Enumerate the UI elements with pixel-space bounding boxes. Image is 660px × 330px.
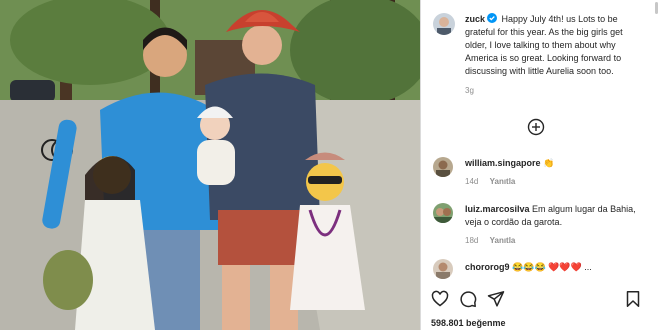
comment-item: luiz.marcosilva Em algum lugar da Bahia,… [465,203,650,247]
comment-username[interactable]: william.singapore [465,158,541,168]
comment-username[interactable]: luiz.marcosilva [465,204,530,214]
post-time: 3g [465,86,474,95]
verified-badge-icon [487,13,498,23]
comment-text: 👏 [543,158,555,168]
commenter-avatar[interactable] [433,203,453,223]
scrollbar[interactable] [655,2,658,14]
post-photo[interactable] [0,0,420,330]
comment-time: 14d [465,177,479,186]
comment-item: william.singapore 👏 14d Yanıtla [465,157,650,188]
reply-link[interactable]: Yanıtla [490,236,516,245]
comment-text: 😂😂😂 ❤️❤️❤️ ... [512,262,592,272]
send-icon[interactable] [487,290,505,308]
post-caption: zuck Happy July 4th! us Lots to be grate… [465,13,647,97]
bookmark-icon[interactable] [624,290,642,308]
comment-item: chororog9 😂😂😂 ❤️❤️❤️ ... [465,261,650,274]
comment-time: 18d [465,236,479,245]
author-avatar[interactable] [433,13,455,35]
plus-circle-icon[interactable] [527,118,545,136]
caption-text: Happy July 4th! us Lots to be grateful f… [465,14,623,76]
comment-username[interactable]: chororog9 [465,262,510,272]
commenter-avatar[interactable] [433,157,453,177]
comment-icon[interactable] [459,290,477,308]
heart-icon[interactable] [431,290,449,308]
post-actions [421,287,660,311]
reply-link[interactable]: Yanıtla [490,177,516,186]
post-side-panel: zuck Happy July 4th! us Lots to be grate… [421,0,660,330]
likes-count[interactable]: 598.801 beğenme [431,318,506,328]
commenter-avatar[interactable] [433,259,453,279]
author-username[interactable]: zuck [465,14,485,24]
